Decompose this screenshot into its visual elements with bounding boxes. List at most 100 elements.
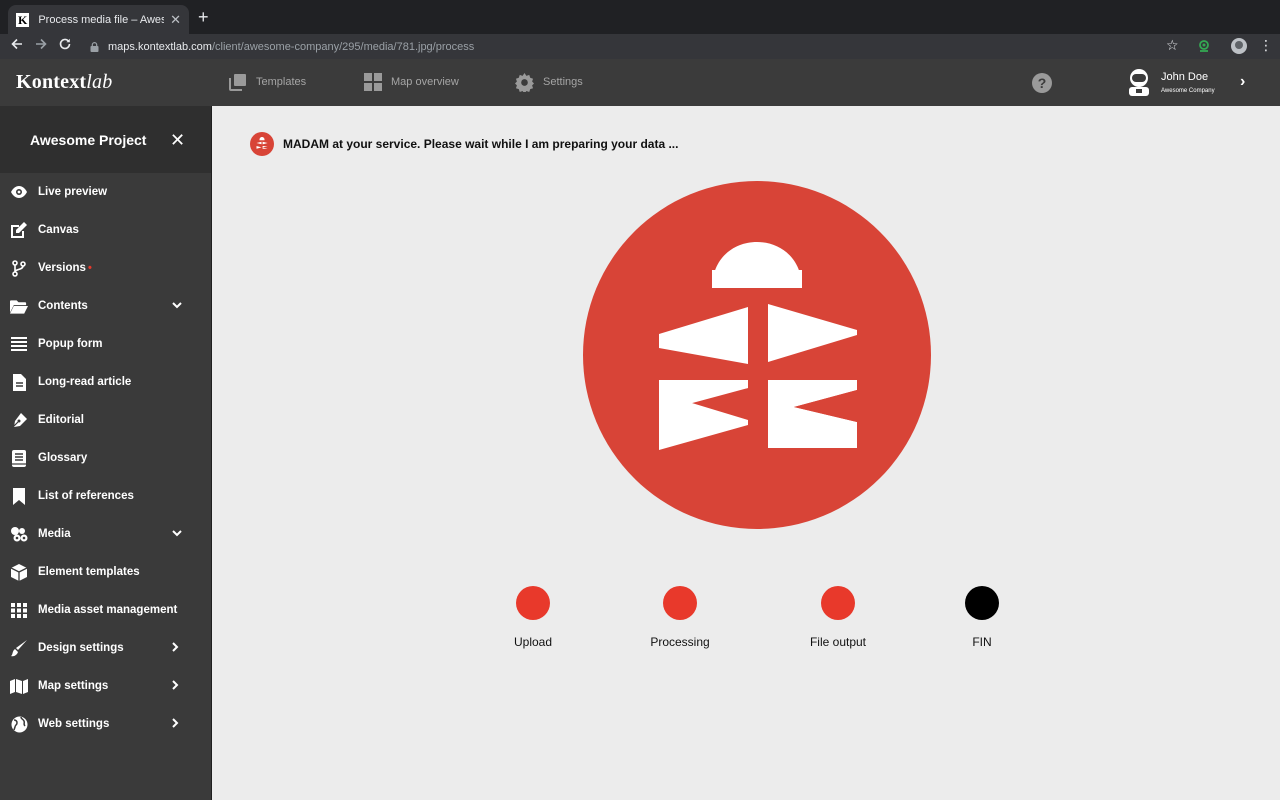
step-processing: Processing bbox=[625, 586, 735, 649]
eye-icon bbox=[10, 183, 28, 201]
status-text: MADAM at your service. Please wait while… bbox=[283, 137, 679, 151]
step-indicator bbox=[821, 586, 855, 620]
book-icon bbox=[10, 449, 28, 467]
sidebar-item-label: Contents bbox=[38, 300, 88, 312]
sidebar-item-label: Live preview bbox=[38, 186, 108, 198]
sidebar-item-canvas[interactable]: Canvas bbox=[0, 211, 211, 249]
nav-map-overview[interactable]: Map overview bbox=[364, 71, 459, 93]
browser-tabstrip: K Process media file – Awesome ✕ + bbox=[0, 0, 1280, 34]
madam-logo-icon bbox=[250, 132, 274, 156]
nav-templates[interactable]: Templates bbox=[229, 71, 306, 93]
madam-logo bbox=[583, 181, 931, 529]
astronaut-avatar-icon[interactable] bbox=[1125, 68, 1153, 98]
chevron-right-icon bbox=[172, 717, 179, 731]
browser-menu-icon[interactable]: ⋮ bbox=[1259, 37, 1273, 54]
chevron-right-icon bbox=[172, 679, 179, 693]
kontextlab-favicon-icon: K bbox=[16, 12, 30, 27]
nav-settings[interactable]: Settings bbox=[515, 71, 583, 93]
step-label: File output bbox=[809, 635, 867, 649]
cube-icon bbox=[10, 563, 28, 581]
sidebar-item-label: Map settings bbox=[38, 680, 109, 692]
url-text: maps.kontextlab.com/client/awesome-compa… bbox=[108, 40, 475, 53]
sidebar-item-label: List of references bbox=[38, 490, 134, 502]
sidebar-item-long-read-article[interactable]: Long-read article bbox=[0, 363, 211, 401]
nav-settings-label: Settings bbox=[543, 76, 583, 88]
chevron-right-icon[interactable]: › bbox=[1240, 73, 1245, 91]
map-icon bbox=[10, 677, 28, 695]
globe-icon bbox=[10, 715, 28, 733]
address-bar[interactable]: maps.kontextlab.com/client/awesome-compa… bbox=[82, 35, 1194, 58]
back-arrow-icon[interactable] bbox=[10, 37, 24, 55]
step-indicator bbox=[663, 586, 697, 620]
sidebar-item-editorial[interactable]: Editorial bbox=[0, 401, 211, 439]
sidebar-item-label: Glossary bbox=[38, 452, 88, 464]
brush-icon bbox=[10, 639, 28, 657]
help-icon[interactable]: ? bbox=[1032, 73, 1052, 93]
sidebar-item-label: Element templates bbox=[38, 566, 140, 578]
close-icon[interactable]: ✕ bbox=[170, 130, 185, 151]
browser-toolbar: maps.kontextlab.com/client/awesome-compa… bbox=[0, 34, 1280, 59]
main-content: MADAM at your service. Please wait while… bbox=[212, 106, 1280, 800]
sidebar: Awesome Project ✕ Live preview Canvas Ve… bbox=[0, 106, 211, 800]
nav-templates-label: Templates bbox=[256, 76, 307, 88]
gear-icon bbox=[515, 72, 534, 92]
unsaved-dot: • bbox=[87, 262, 92, 274]
step-label: Upload bbox=[513, 635, 553, 649]
bookmark-icon bbox=[10, 487, 28, 505]
grid-icon bbox=[364, 73, 382, 91]
sidebar-item-map-settings[interactable]: Map settings bbox=[0, 667, 211, 705]
forward-arrow-icon[interactable] bbox=[34, 37, 48, 55]
sidebar-item-versions[interactable]: Versions • bbox=[0, 249, 211, 287]
new-tab-button[interactable]: + bbox=[198, 7, 209, 28]
extension-icon[interactable] bbox=[1197, 39, 1211, 53]
sidebar-item-web-settings[interactable]: Web settings bbox=[0, 705, 211, 743]
step-file-output: File output bbox=[783, 586, 893, 649]
sidebar-item-popup-form[interactable]: Popup form bbox=[0, 325, 211, 363]
reload-icon[interactable] bbox=[58, 37, 72, 55]
pen-icon bbox=[10, 411, 28, 429]
sidebar-item-label: Canvas bbox=[38, 224, 79, 236]
folder-icon bbox=[10, 297, 28, 315]
kontextlab-logo[interactable]: Kontextlab bbox=[16, 71, 112, 94]
sidebar-item-label: Popup form bbox=[38, 338, 103, 350]
sidebar-item-label: Web settings bbox=[38, 718, 110, 730]
step-fin: FIN bbox=[927, 586, 1037, 649]
sidebar-item-label: Media asset management bbox=[38, 604, 178, 616]
sidebar-item-label: Media bbox=[38, 528, 71, 540]
profile-avatar-icon[interactable] bbox=[1231, 38, 1247, 54]
lock-icon bbox=[90, 41, 99, 52]
chevron-down-icon bbox=[172, 300, 182, 312]
step-label: Processing bbox=[650, 635, 710, 649]
sidebar-item-live-preview[interactable]: Live preview bbox=[0, 173, 211, 211]
sidebar-item-element-templates[interactable]: Element templates bbox=[0, 553, 211, 591]
app-header: Kontextlab Templates Map overview Settin… bbox=[0, 59, 1280, 106]
project-title: Awesome Project bbox=[30, 132, 147, 148]
bookmark-star-icon[interactable]: ☆ bbox=[1166, 37, 1179, 54]
sidebar-item-contents[interactable]: Contents bbox=[0, 287, 211, 325]
sidebar-header: Awesome Project ✕ bbox=[0, 106, 211, 173]
user-name: John Doe bbox=[1161, 71, 1209, 83]
sidebar-item-label: Versions • bbox=[38, 262, 92, 274]
photo-icon bbox=[10, 525, 28, 543]
user-company: Awesome Company bbox=[1161, 88, 1215, 94]
chevron-down-icon bbox=[172, 528, 182, 540]
sidebar-item-design-settings[interactable]: Design settings bbox=[0, 629, 211, 667]
branch-icon bbox=[10, 259, 28, 277]
sidebar-item-label: Design settings bbox=[38, 642, 124, 654]
sidebar-item-media[interactable]: Media bbox=[0, 515, 211, 553]
sidebar-item-list-of-references[interactable]: List of references bbox=[0, 477, 211, 515]
tab-title: Process media file – Awesome bbox=[38, 13, 165, 26]
sidebar-item-glossary[interactable]: Glossary bbox=[0, 439, 211, 477]
chevron-right-icon bbox=[172, 641, 179, 655]
sidebar-item-media-asset-management[interactable]: Media asset management bbox=[0, 591, 211, 629]
edit-icon bbox=[10, 221, 28, 239]
step-upload: Upload bbox=[478, 586, 588, 649]
tab-close-icon[interactable]: ✕ bbox=[170, 12, 181, 28]
step-indicator bbox=[965, 586, 999, 620]
status-message: MADAM at your service. Please wait while… bbox=[250, 132, 678, 156]
file-icon bbox=[10, 373, 28, 391]
browser-tab[interactable]: K Process media file – Awesome ✕ bbox=[8, 5, 189, 34]
step-label: FIN bbox=[972, 635, 992, 649]
step-indicator bbox=[516, 586, 550, 620]
grid-dots-icon bbox=[10, 601, 28, 619]
